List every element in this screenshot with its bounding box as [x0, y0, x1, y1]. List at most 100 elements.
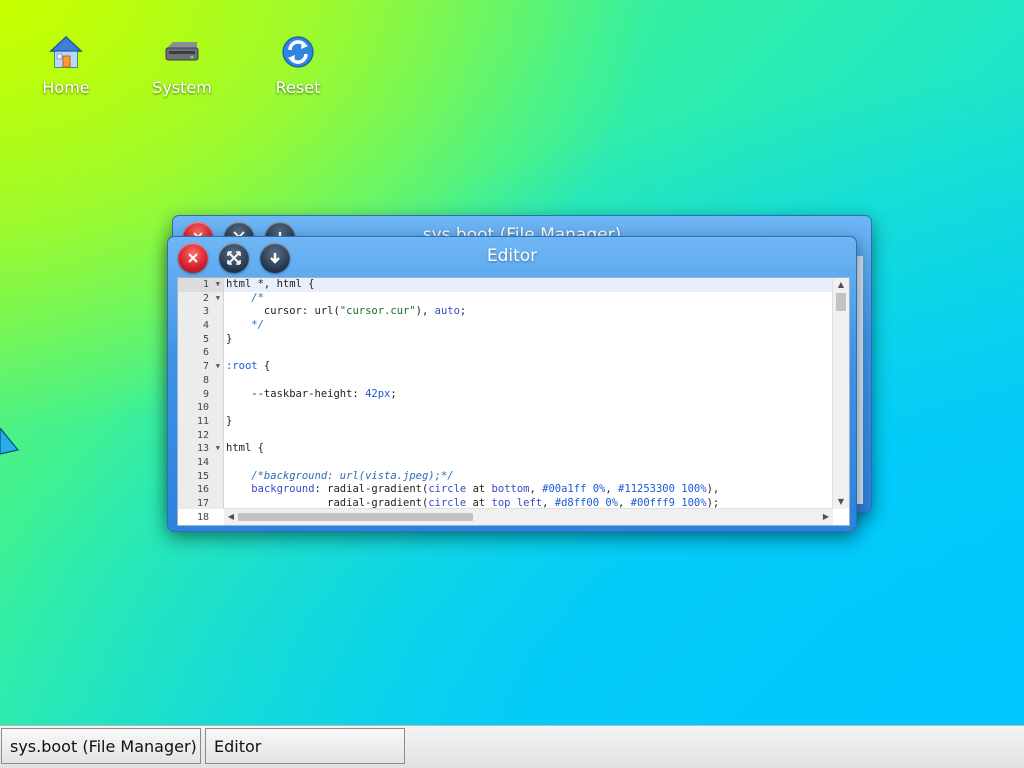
- code-line-text: background: radial-gradient(circle at bo…: [251, 483, 720, 496]
- code-line-text: /*: [226, 291, 264, 304]
- fold-toggle-icon[interactable]: ▼: [216, 292, 220, 306]
- home-icon: [49, 35, 83, 68]
- drive-icon: [165, 42, 199, 61]
- mouse-pointer-icon: [0, 428, 20, 455]
- line-number: 3: [178, 305, 223, 319]
- line-number: 7 ▼: [178, 360, 223, 374]
- code-line[interactable]: html *, html {: [224, 278, 833, 292]
- code-line[interactable]: */: [224, 319, 833, 333]
- horizontal-scroll-thumb[interactable]: [238, 513, 473, 521]
- desktop-icon-label: System: [152, 78, 212, 97]
- code-line[interactable]: /*: [224, 292, 833, 306]
- line-number-text: 10: [196, 402, 209, 414]
- code-line[interactable]: }: [224, 333, 833, 347]
- fold-toggle-icon[interactable]: ▼: [216, 442, 220, 456]
- code-line-text: html {: [226, 442, 264, 455]
- desktop-icon-label: Reset: [275, 78, 321, 97]
- code-line-text: }: [226, 332, 233, 345]
- code-line-text: /*background: url(vista.jpeg);*/: [226, 469, 454, 482]
- line-number-text: 18: [196, 511, 209, 523]
- line-number: 13 ▼: [178, 442, 223, 456]
- line-number-text: 3: [202, 306, 209, 318]
- line-number-text: 17: [196, 498, 209, 509]
- line-number: 15: [178, 470, 223, 484]
- line-number-text: 16: [196, 484, 209, 496]
- vertical-scrollbar[interactable]: ▲ ▼: [832, 278, 849, 509]
- editor-window[interactable]: Editor 1 ▼ 2 ▼ 3 4 5 6 7 ▼ 8 9 10 11 12 13 ▼ 14 15 16 17 18 h…: [167, 236, 857, 532]
- code-line-text: }: [226, 414, 233, 427]
- fold-toggle-icon[interactable]: ▼: [216, 278, 220, 292]
- line-number: 6: [178, 346, 223, 360]
- line-number-text: 2: [202, 292, 209, 304]
- line-number-text: 13: [196, 443, 209, 455]
- code-editor[interactable]: 1 ▼ 2 ▼ 3 4 5 6 7 ▼ 8 9 10 11 12 13 ▼ 14 15 16 17 18 html *, …: [177, 277, 850, 526]
- code-line[interactable]: }: [224, 415, 833, 429]
- taskbar-item-label: sys.boot (File Manager): [10, 736, 197, 756]
- code-line[interactable]: [224, 401, 833, 415]
- line-number-text: 8: [202, 374, 209, 386]
- code-line[interactable]: background: radial-gradient(circle at bo…: [224, 483, 833, 497]
- line-number: 12: [178, 429, 223, 443]
- vertical-scroll-thumb[interactable]: [836, 293, 846, 311]
- code-line[interactable]: html {: [224, 442, 833, 456]
- code-line[interactable]: /*background: url(vista.jpeg);*/: [224, 470, 833, 484]
- code-area[interactable]: html *, html { /* cursor: url("cursor.cu…: [224, 278, 833, 509]
- scroll-left-icon[interactable]: ◀: [224, 509, 238, 525]
- line-number: 5: [178, 333, 223, 347]
- scroll-down-icon[interactable]: ▼: [833, 495, 849, 509]
- line-number-text: 4: [202, 320, 209, 332]
- line-number: 16: [178, 483, 223, 497]
- line-number: 9: [178, 388, 223, 402]
- line-number-text: 7: [202, 361, 209, 373]
- line-number: 14: [178, 456, 223, 470]
- line-number-text: 15: [196, 470, 209, 482]
- scroll-right-icon[interactable]: ▶: [819, 509, 833, 525]
- line-number-text: 9: [202, 388, 209, 400]
- line-number-text: 14: [196, 456, 209, 468]
- editor-title: Editor: [486, 246, 538, 266]
- desktop-icon-reset[interactable]: Reset: [243, 34, 353, 97]
- fold-toggle-icon[interactable]: ▼: [216, 360, 220, 374]
- horizontal-scrollbar[interactable]: ◀ ▶: [224, 508, 833, 525]
- line-number: 2 ▼: [178, 292, 223, 306]
- line-number: 11: [178, 415, 223, 429]
- desktop-icon-system[interactable]: System: [127, 34, 237, 97]
- scroll-up-icon[interactable]: ▲: [833, 278, 849, 292]
- taskbar-item-file-manager[interactable]: sys.boot (File Manager): [1, 728, 201, 764]
- desktop-icon-label: Home: [42, 78, 90, 97]
- code-line-text: cursor: url("cursor.cur"), auto;: [226, 305, 467, 318]
- desktop-icon-home[interactable]: Home: [11, 34, 121, 97]
- code-line[interactable]: cursor: url("cursor.cur"), auto;: [224, 305, 833, 319]
- line-number-text: 5: [202, 333, 209, 345]
- taskbar-item-label: Editor: [214, 736, 262, 756]
- line-number: 18: [178, 511, 223, 525]
- line-number: 4: [178, 319, 223, 333]
- code-line-text: html *, html {: [226, 278, 315, 290]
- code-line-text: --taskbar-height: 42px;: [226, 387, 397, 400]
- refresh-icon: [282, 36, 314, 68]
- taskbar: sys.boot (File Manager) Editor: [0, 725, 1024, 768]
- code-line-text: */: [226, 319, 264, 332]
- code-line[interactable]: --taskbar-height: 42px;: [224, 388, 833, 402]
- code-line[interactable]: [224, 429, 833, 443]
- line-number-gutter: 1 ▼ 2 ▼ 3 4 5 6 7 ▼ 8 9 10 11 12 13 ▼ 14 15 16 17 18: [178, 278, 224, 523]
- line-number-text: 12: [196, 429, 209, 441]
- line-number: 10: [178, 401, 223, 415]
- line-number-text: 6: [202, 347, 209, 359]
- code-line[interactable]: [224, 374, 833, 388]
- code-line-text: :root {: [226, 360, 271, 373]
- line-number: 1 ▼: [178, 278, 223, 292]
- line-number-text: 1: [202, 279, 209, 290]
- line-number: 8: [178, 374, 223, 388]
- code-line[interactable]: :root {: [224, 360, 833, 374]
- code-line[interactable]: [224, 346, 833, 360]
- editor-titlebar[interactable]: Editor: [168, 237, 856, 277]
- code-line[interactable]: [224, 456, 833, 470]
- taskbar-item-editor[interactable]: Editor: [205, 728, 405, 764]
- line-number-text: 11: [196, 415, 209, 427]
